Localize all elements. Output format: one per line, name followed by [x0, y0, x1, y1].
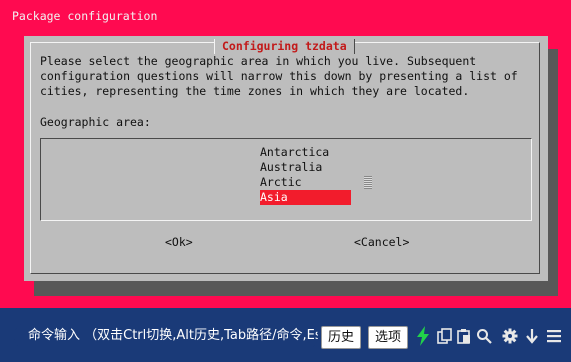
command-input[interactable]: 命令输入 （双击Ctrl切换,Alt历史,Tab路径/命令,Esc — [14, 322, 318, 350]
dialog-prompt: Please select the geographic area in whi… — [40, 54, 540, 99]
list-item[interactable]: Australia — [260, 160, 351, 175]
tzdata-dialog: Configuring tzdata Please select the geo… — [24, 36, 548, 281]
paste-icon[interactable] — [456, 328, 472, 344]
list-item-selected[interactable]: Asia — [260, 190, 351, 205]
copy-icon[interactable] — [437, 328, 453, 344]
prompt-line: Please select the geographic area in whi… — [40, 54, 477, 68]
ok-button[interactable]: <Ok> — [165, 235, 193, 250]
download-icon[interactable] — [524, 328, 540, 344]
prompt-line: configuration questions will narrow this… — [40, 69, 518, 83]
command-bar: 命令输入 （双击Ctrl切换,Alt历史,Tab路径/命令,Esc 历史 选项 — [0, 322, 571, 352]
gear-icon[interactable] — [502, 328, 518, 344]
menu-icon[interactable] — [546, 328, 562, 344]
history-button[interactable]: 历史 — [321, 326, 362, 349]
lightning-icon[interactable] — [416, 326, 430, 346]
search-icon[interactable] — [476, 328, 492, 344]
area-listbox[interactable]: Antarctica Australia Arctic Asia — [40, 138, 532, 221]
cancel-button[interactable]: <Cancel> — [354, 235, 409, 250]
prompt-line: cities, representing the time zones in w… — [40, 84, 470, 98]
options-button[interactable]: 选项 — [368, 326, 409, 349]
list-item[interactable]: Antarctica — [260, 145, 351, 160]
scrollbar-thumb[interactable] — [364, 176, 372, 189]
list-item[interactable]: Arctic — [260, 175, 351, 190]
background-title: Package configuration — [12, 9, 158, 23]
dialog-title: Configuring tzdata — [214, 39, 355, 54]
list-label: Geographic area: — [40, 115, 151, 129]
